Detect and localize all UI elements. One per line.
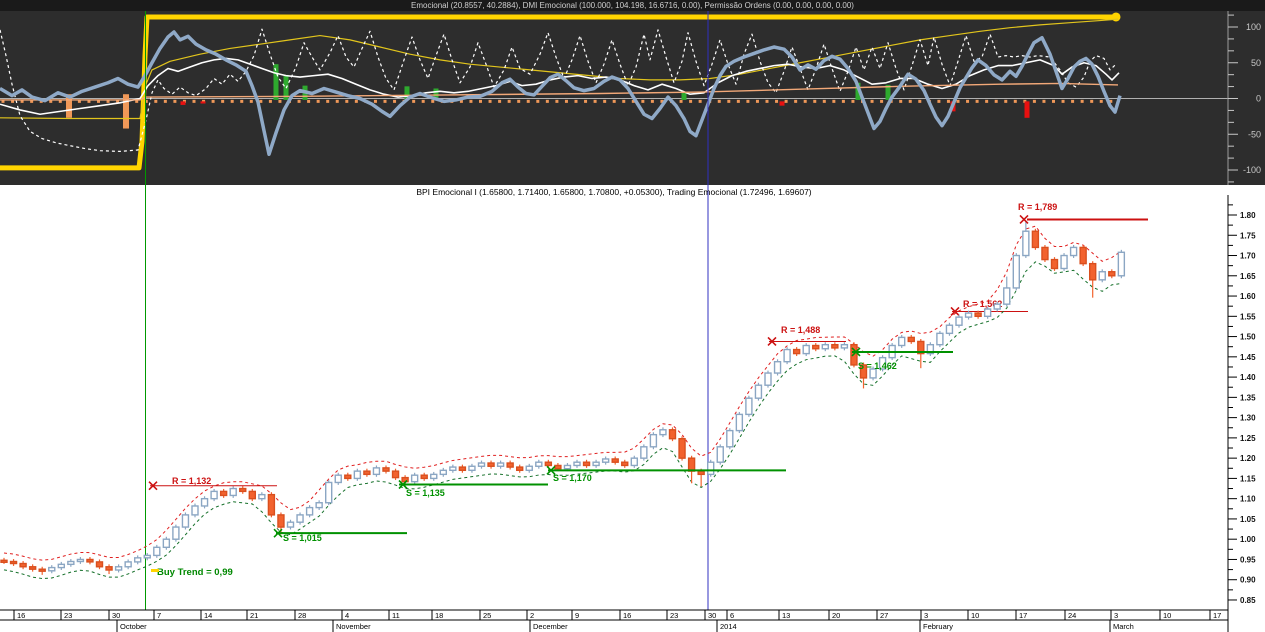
svg-text:1.00: 1.00 xyxy=(1240,535,1256,544)
price-plot[interactable]: R = 1,562R = 1,132S = 1,015S = 1,135S = … xyxy=(0,185,1265,632)
svg-text:March: March xyxy=(1113,622,1134,631)
price-panel: R = 1,562 R = 1,132 S = 1,015 S = 1,135 S = … xyxy=(0,185,1265,632)
svg-text:4: 4 xyxy=(345,611,349,620)
price-y-axis: 1.80 1.75 1.70 1.65 1.60 1.55 1.50 1.45 1.40 1.35… xyxy=(1227,195,1256,610)
svg-text:1.75: 1.75 xyxy=(1240,231,1256,240)
svg-text:S = 1,135: S = 1,135 xyxy=(406,488,445,498)
svg-text:21: 21 xyxy=(250,611,258,620)
svg-text:December: December xyxy=(533,622,568,631)
svg-text:1.10: 1.10 xyxy=(1240,495,1256,504)
svg-text:10: 10 xyxy=(971,611,979,620)
svg-text:0: 0 xyxy=(1256,94,1261,104)
svg-text:3: 3 xyxy=(1114,611,1118,620)
svg-text:1.40: 1.40 xyxy=(1240,373,1256,382)
orders-dot-row xyxy=(1,99,1113,103)
svg-text:0.85: 0.85 xyxy=(1240,596,1256,605)
svg-text:16: 16 xyxy=(17,611,25,620)
svg-text:S = 1,170: S = 1,170 xyxy=(553,473,592,483)
chart-window: Emocional (20.8557, 40.2884), DMI Emocio… xyxy=(0,0,1265,632)
svg-text:14: 14 xyxy=(204,611,212,620)
svg-text:11: 11 xyxy=(392,611,400,620)
date-axis: 16 23 30 7 14 21 28 4 11 18 25 2 9 16 23 30 6 13 20 27 3 10 17… xyxy=(0,609,1229,632)
svg-text:9: 9 xyxy=(575,611,579,620)
svg-text:2014: 2014 xyxy=(720,622,737,631)
svg-text:7: 7 xyxy=(157,611,161,620)
svg-text:20: 20 xyxy=(832,611,840,620)
svg-text:30: 30 xyxy=(708,611,716,620)
svg-text:November: November xyxy=(336,622,371,631)
svg-text:1.55: 1.55 xyxy=(1240,312,1256,321)
svg-text:3: 3 xyxy=(924,611,928,620)
svg-text:1.35: 1.35 xyxy=(1240,393,1256,402)
svg-text:28: 28 xyxy=(298,611,306,620)
svg-text:1.25: 1.25 xyxy=(1240,434,1256,443)
svg-text:February: February xyxy=(923,622,953,631)
svg-text:1.50: 1.50 xyxy=(1240,333,1256,342)
order-marker xyxy=(151,569,159,572)
svg-text:18: 18 xyxy=(435,611,443,620)
svg-text:1.05: 1.05 xyxy=(1240,515,1256,524)
buy-trend-label: Buy Trend = 0,99 xyxy=(157,567,233,578)
svg-text:R = 1,132: R = 1,132 xyxy=(172,476,211,486)
svg-text:1.65: 1.65 xyxy=(1240,272,1256,281)
svg-text:October: October xyxy=(120,622,147,631)
svg-text:23: 23 xyxy=(64,611,72,620)
resistance-1132: R = 1,132 xyxy=(148,476,277,491)
svg-text:-100: -100 xyxy=(1243,165,1261,175)
support-1015: S = 1,015 xyxy=(273,528,407,543)
svg-text:1.15: 1.15 xyxy=(1240,474,1256,483)
support-1462: S = 1,462 xyxy=(851,347,953,371)
svg-text:2: 2 xyxy=(530,611,534,620)
svg-text:-50: -50 xyxy=(1248,129,1261,139)
emocional-main-line xyxy=(0,30,1122,157)
svg-text:1.80: 1.80 xyxy=(1240,211,1256,220)
indicator-plot[interactable]: 100 50 0 -50 -100 xyxy=(0,11,1265,185)
svg-text:1.30: 1.30 xyxy=(1240,414,1256,423)
svg-text:30: 30 xyxy=(112,611,120,620)
svg-text:0.95: 0.95 xyxy=(1240,555,1256,564)
svg-text:1.60: 1.60 xyxy=(1240,292,1256,301)
svg-text:23: 23 xyxy=(670,611,678,620)
svg-text:13: 13 xyxy=(782,611,790,620)
levels-over: R = 1,132 S = 1,015 S = 1,135 S = 1,170 R = … xyxy=(148,202,1148,543)
svg-text:16: 16 xyxy=(623,611,631,620)
indicator-panel: Emocional (20.8557, 40.2884), DMI Emocio… xyxy=(0,0,1265,185)
svg-text:S = 1,015: S = 1,015 xyxy=(283,533,322,543)
svg-text:100: 100 xyxy=(1246,22,1261,32)
svg-text:1.45: 1.45 xyxy=(1240,353,1256,362)
price-title: BPI Emocional I (1.65800, 1.71400, 1.658… xyxy=(416,187,812,197)
sell-signal-bars xyxy=(180,101,1030,118)
dmi-dashed-line xyxy=(0,28,1117,153)
svg-text:R = 1,488: R = 1,488 xyxy=(781,325,820,335)
svg-text:R = 1,789: R = 1,789 xyxy=(1018,202,1057,212)
svg-text:27: 27 xyxy=(880,611,888,620)
svg-text:6: 6 xyxy=(730,611,734,620)
support-1170: S = 1,170 xyxy=(546,465,786,483)
svg-text:S = 1,462: S = 1,462 xyxy=(858,361,897,371)
svg-text:17: 17 xyxy=(1213,611,1221,620)
resistance-1789: R = 1,789 xyxy=(1018,202,1148,225)
support-1135: S = 1,135 xyxy=(398,479,548,498)
svg-text:10: 10 xyxy=(1163,611,1171,620)
candles xyxy=(0,220,1126,575)
indicator-title: Emocional (20.8557, 40.2884), DMI Emocio… xyxy=(0,0,1265,11)
indicator-y-axis: 100 50 0 -50 -100 xyxy=(1227,11,1261,185)
svg-text:24: 24 xyxy=(1068,611,1076,620)
svg-text:25: 25 xyxy=(483,611,491,620)
svg-text:0.90: 0.90 xyxy=(1240,576,1256,585)
trading-emocional-upper xyxy=(3,225,1122,561)
svg-text:1.20: 1.20 xyxy=(1240,454,1256,463)
svg-text:17: 17 xyxy=(1019,611,1027,620)
svg-text:1.70: 1.70 xyxy=(1240,252,1256,261)
svg-text:50: 50 xyxy=(1251,58,1261,68)
